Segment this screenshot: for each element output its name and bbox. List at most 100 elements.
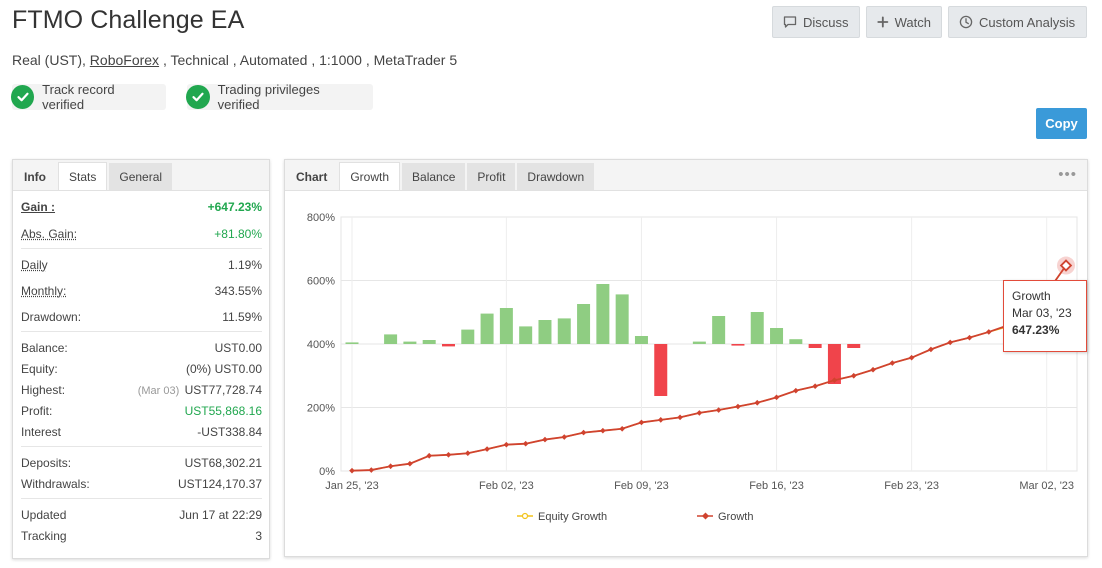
- highest-amount: UST77,728.74: [184, 382, 262, 397]
- divider: [21, 446, 262, 447]
- discuss-button[interactable]: Discuss: [772, 6, 860, 38]
- chat-icon: [783, 16, 797, 28]
- stat-equity: Equity: (0%) UST0.00: [21, 358, 262, 379]
- highest-date: (Mar 03): [137, 384, 180, 397]
- ellipsis-icon[interactable]: •••: [1058, 166, 1077, 183]
- stats-tabs: Info Stats General: [13, 160, 269, 191]
- equity-value: (0%) UST0.00: [185, 361, 262, 376]
- y-tick-label: 800%: [307, 212, 335, 224]
- balance-value: UST0.00: [214, 340, 262, 355]
- divider: [21, 331, 262, 332]
- page-title: FTMO Challenge EA: [12, 6, 245, 34]
- gain-bar: [634, 336, 648, 344]
- legend-label: Growth: [718, 511, 753, 523]
- stat-daily: Daily 1.19%: [21, 254, 262, 275]
- loss-bar: [654, 344, 668, 396]
- gain-bar: [384, 334, 398, 344]
- tab-stats[interactable]: Stats: [58, 162, 108, 190]
- deposits-label: Deposits:: [21, 455, 72, 470]
- plus-icon: [877, 16, 889, 28]
- tab-info[interactable]: Info: [14, 163, 56, 190]
- daily-label[interactable]: Daily: [21, 258, 48, 272]
- gain-bar: [480, 313, 494, 344]
- stat-tracking: Tracking 3: [21, 525, 262, 546]
- monthly-label[interactable]: Monthly:: [21, 284, 66, 298]
- tab-drawdown[interactable]: Drawdown: [517, 163, 595, 190]
- broker-link[interactable]: RoboForex: [90, 52, 159, 68]
- legend-label: Equity Growth: [538, 511, 607, 523]
- stat-balance: Balance: UST0.00: [21, 337, 262, 358]
- abs-gain-value: +81.80%: [214, 226, 262, 241]
- gain-bar: [499, 308, 513, 344]
- tab-balance[interactable]: Balance: [402, 163, 466, 190]
- monthly-value: 343.55%: [214, 283, 262, 298]
- abs-gain-label[interactable]: Abs. Gain:: [21, 227, 77, 241]
- stat-profit: Profit: UST55,868.16: [21, 400, 262, 421]
- stats-panel: Info Stats General Gain : +647.23% Abs. …: [12, 159, 270, 559]
- gain-bar: [403, 341, 417, 344]
- y-tick-label: 200%: [307, 403, 335, 415]
- gain-bar: [596, 284, 610, 344]
- tooltip-series: Growth: [1012, 289, 1051, 303]
- custom-analysis-button[interactable]: Custom Analysis: [948, 6, 1087, 38]
- drawdown-label: Drawdown:: [21, 309, 82, 324]
- account-info: , Technical , Automated , 1:1000 , MetaT…: [159, 52, 458, 68]
- watch-label: Watch: [894, 14, 931, 30]
- y-tick-label: 0%: [319, 466, 335, 478]
- x-tick-label: Jan 25, '23: [325, 480, 378, 492]
- x-tick-label: Feb 16, '23: [749, 480, 804, 492]
- gain-label[interactable]: Gain :: [21, 200, 55, 214]
- tooltip-date: Mar 03, '23: [1012, 306, 1072, 320]
- y-tick-label: 600%: [307, 276, 335, 288]
- interest-value: -UST338.84: [197, 424, 262, 439]
- highest-value: (Mar 03) UST77,728.74: [138, 383, 262, 397]
- loss-bar: [731, 344, 745, 346]
- x-tick-label: Feb 09, '23: [614, 480, 669, 492]
- tab-general[interactable]: General: [109, 163, 173, 190]
- gain-bar: [577, 304, 591, 344]
- x-tick-label: Feb 02, '23: [479, 480, 534, 492]
- gain-bar: [750, 312, 764, 344]
- gain-bar: [557, 318, 571, 344]
- trading-privileges-badge: Trading privileges verified: [186, 82, 373, 112]
- growth-chart-svg: 0% 200% 400% 600% 800% Jan 25, '23 Feb 02, '23…: [307, 212, 1078, 523]
- profit-label: Profit:: [21, 403, 53, 418]
- stat-deposits: Deposits: UST68,302.21: [21, 452, 262, 473]
- legend-marker: [521, 512, 529, 520]
- watch-button[interactable]: Watch: [866, 6, 942, 38]
- tracking-value: 3: [255, 528, 262, 543]
- withdrawals-label: Withdrawals:: [21, 476, 90, 491]
- chart-tabs: Chart Growth Balance Profit Drawdown: [285, 160, 1087, 191]
- account-type: Real (UST),: [12, 52, 90, 68]
- tab-profit[interactable]: Profit: [467, 163, 516, 190]
- stat-withdrawals: Withdrawals: UST124,170.37: [21, 473, 262, 494]
- tab-chart[interactable]: Chart: [286, 163, 337, 190]
- gain-bar: [789, 339, 803, 344]
- tracking-label: Tracking: [21, 528, 67, 543]
- gain-bar: [770, 328, 784, 344]
- gain-value: +647.23%: [207, 199, 262, 214]
- divider: [21, 248, 262, 249]
- drawdown-value: 11.59%: [222, 309, 262, 324]
- chart-tooltip: Growth Mar 03, '23 647.23%: [1003, 280, 1087, 352]
- chart-panel: Chart Growth Balance Profit Drawdown •••…: [284, 159, 1088, 557]
- interest-label: Interest: [21, 424, 62, 439]
- balance-label: Balance:: [21, 340, 68, 355]
- x-tick-label: Mar 02, '23: [1019, 480, 1074, 492]
- gain-bar: [712, 316, 726, 344]
- tab-growth[interactable]: Growth: [339, 162, 401, 190]
- copy-button[interactable]: Copy: [1036, 108, 1087, 139]
- stat-updated: Updated Jun 17 at 22:29: [21, 504, 262, 525]
- stats-list: Gain : +647.23% Abs. Gain: +81.80% Daily…: [13, 196, 269, 546]
- stat-drawdown: Drawdown: 11.59%: [21, 306, 262, 327]
- custom-analysis-label: Custom Analysis: [979, 14, 1076, 30]
- check-circle-icon: [186, 85, 210, 109]
- check-circle-icon: [11, 85, 35, 109]
- clock-icon: [959, 15, 973, 29]
- divider: [21, 498, 262, 499]
- loss-bar: [847, 344, 861, 348]
- x-tick-label: Feb 23, '23: [884, 480, 939, 492]
- loss-bar: [441, 344, 455, 347]
- gain-bar: [422, 340, 436, 344]
- gain-bar: [519, 326, 533, 344]
